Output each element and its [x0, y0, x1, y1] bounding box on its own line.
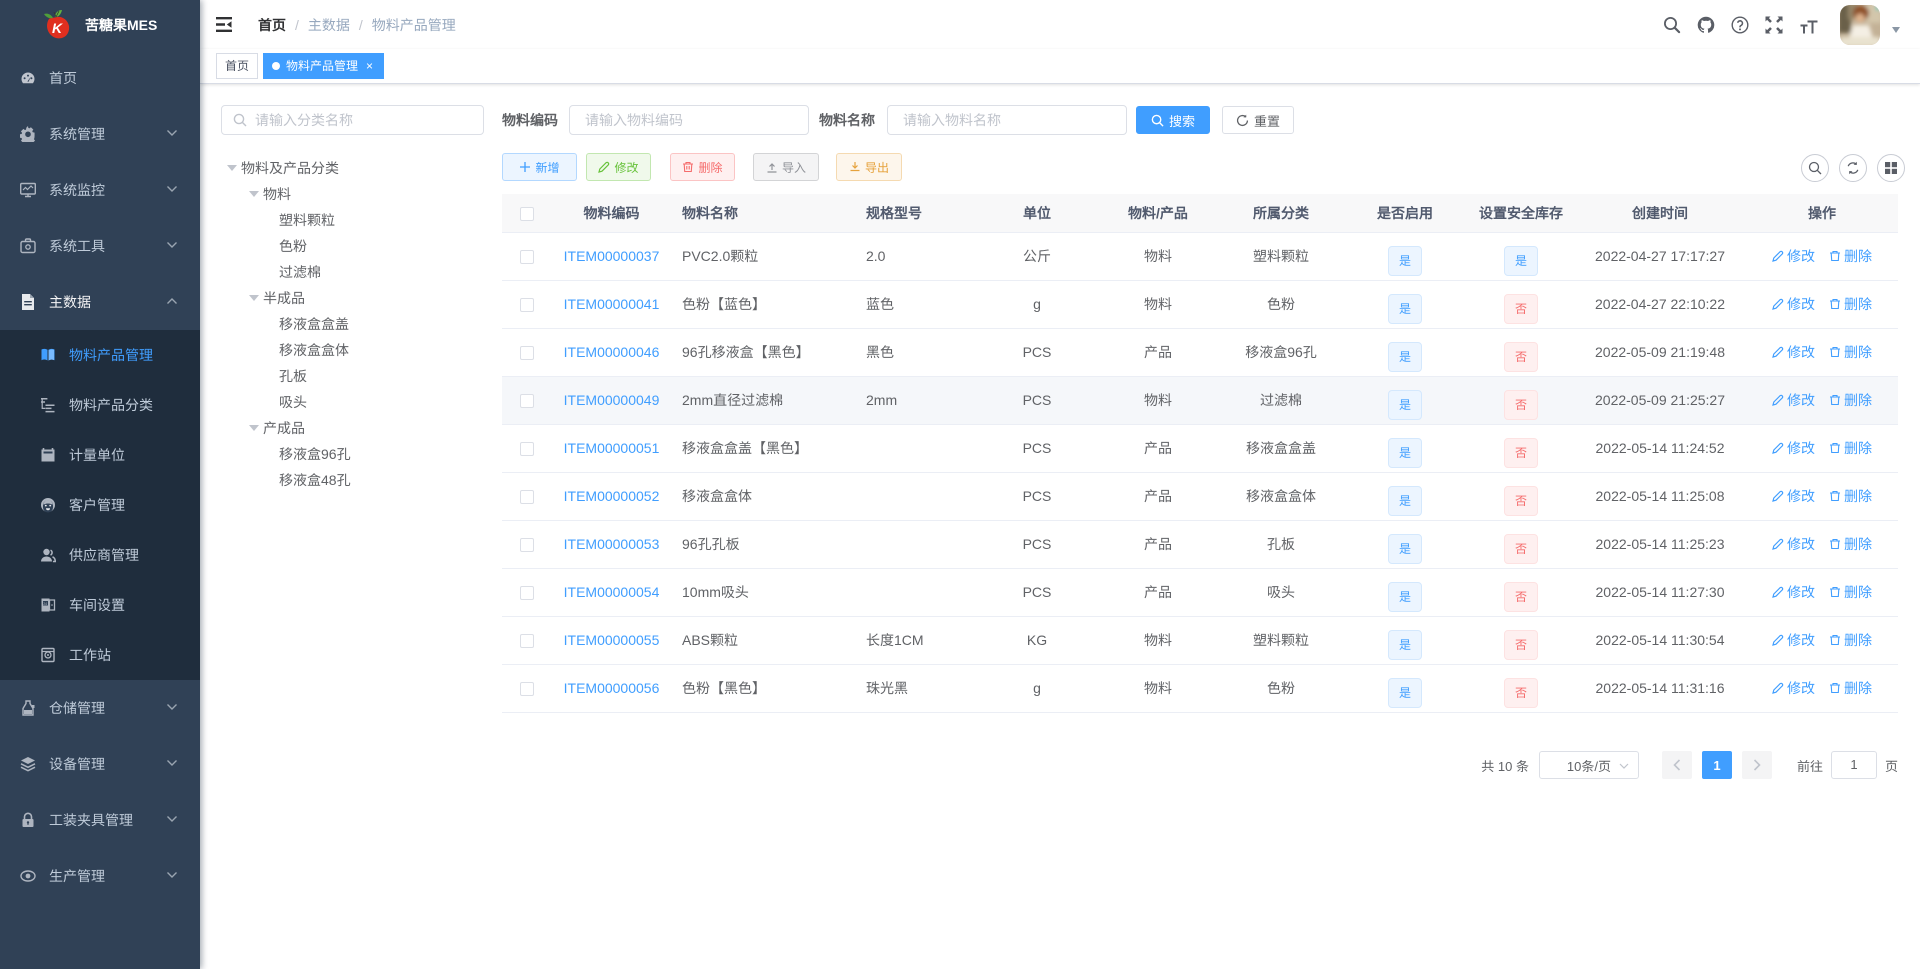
- svg-text:K: K: [52, 20, 63, 36]
- svg-text:24: 24: [43, 602, 47, 606]
